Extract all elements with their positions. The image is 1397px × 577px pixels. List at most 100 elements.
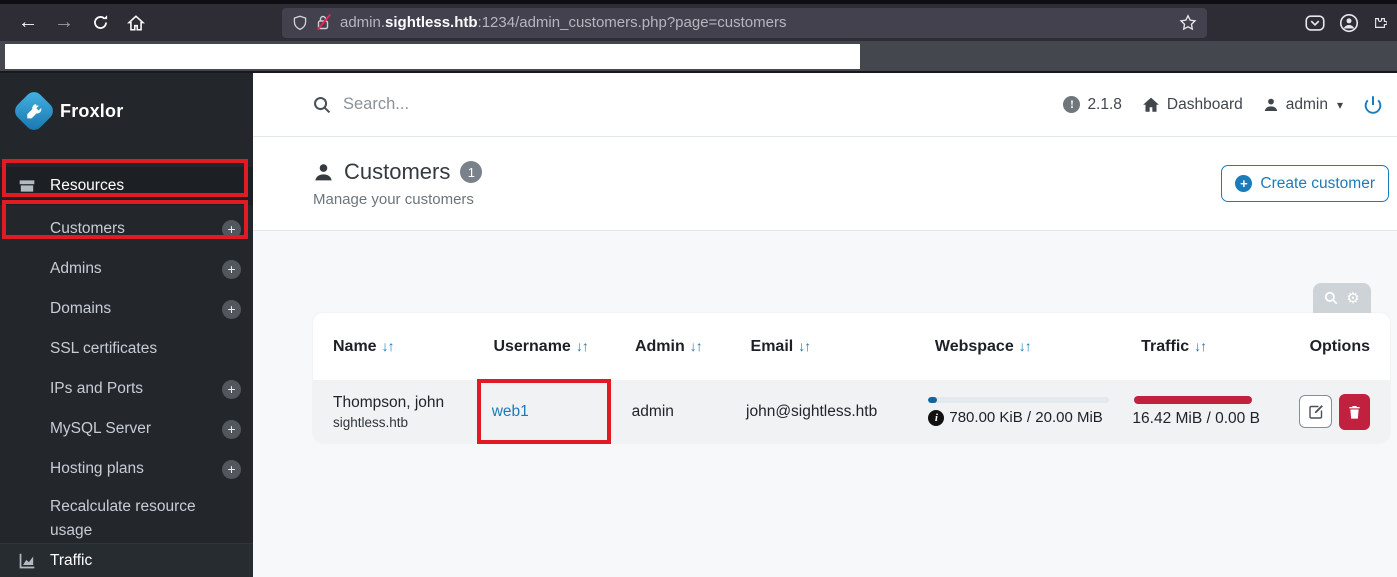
add-admin-icon[interactable]: + [222,259,241,279]
add-customer-icon[interactable]: + [222,219,241,239]
cell-username: web1 [492,403,632,421]
sidebar-item-label: Customers [50,220,125,237]
browser-sub-strip [0,41,1397,73]
column-header-username[interactable]: Username ↓↑ [493,338,635,356]
reload-icon[interactable] [82,9,118,37]
sidebar-item-label: Resources [50,177,125,194]
sort-icons[interactable]: ↓↑ [382,338,395,354]
dashboard-link[interactable]: Dashboard [1142,96,1243,114]
customer-count-badge: 1 [460,161,483,183]
sort-icons[interactable]: ↓↑ [576,338,589,354]
resources-box-icon [19,180,35,192]
traffic-progress-bar [1134,395,1253,404]
bookmark-star-icon[interactable] [1179,13,1197,32]
content-area: ⚙ Name ↓↑ Username ↓↑ Admin ↓↑ Email ↓↑ Webs… [253,231,1397,577]
table-settings-gear-icon[interactable]: ⚙ [1346,289,1359,307]
webspace-usage-text: 780.00 KiB / 20.00 MiB [949,409,1103,426]
search-icon [314,96,331,113]
cell-email: john@sightless.htb [746,402,878,420]
trash-icon [1349,405,1360,419]
cell-options [1299,393,1370,430]
customers-table: Name ↓↑ Username ↓↑ Admin ↓↑ Email ↓↑ Webspa… [313,313,1390,443]
pocket-icon[interactable] [1305,13,1325,33]
create-customer-button[interactable]: + Create customer [1221,165,1389,202]
sort-icons[interactable]: ↓↑ [1194,338,1207,354]
url-bar[interactable]: admin.sightless.htb:1234/admin_customers… [282,7,1207,38]
sort-icons[interactable]: ↓↑ [1019,338,1032,354]
topbar: ! 2.1.8 Dashboard admin ▾ [253,73,1397,137]
account-icon[interactable] [1339,13,1359,33]
column-header-admin[interactable]: Admin ↓↑ [635,338,751,356]
edit-pencil-icon [1308,404,1323,419]
create-customer-label: Create customer [1260,174,1375,192]
traffic-usage-text: 16.42 MiB / 0.00 B [1132,409,1260,427]
sort-icons[interactable]: ↓↑ [690,338,703,354]
table-row: Thompson, john sightless.htb web1 admin … [313,380,1390,443]
column-header-email[interactable]: Email ↓↑ [751,338,935,356]
sidebar-item-label: Traffic [50,551,93,569]
sidebar-item-hosting-plans[interactable]: Hosting plans + [0,449,253,489]
page-header: Customers 1 Manage your customers + Crea… [253,137,1397,231]
url-text: admin.sightless.htb:1234/admin_customers… [340,14,787,31]
add-domain-icon[interactable]: + [222,299,241,319]
sidebar-item-mysql-server[interactable]: MySQL Server + [0,409,253,449]
traffic-chart-icon [19,553,35,568]
user-icon [1264,98,1277,111]
version-indicator[interactable]: ! 2.1.8 [1063,95,1122,114]
add-hosting-plan-icon[interactable]: + [222,459,241,479]
add-mysql-icon[interactable]: + [222,419,241,439]
brand-name: Froxlor [60,100,124,121]
sidebar-item-label: IPs and Ports [50,380,144,397]
cell-name: Thompson, john sightless.htb [333,394,492,430]
customers-icon [315,163,332,180]
sidebar-item-ips-and-ports[interactable]: IPs and Ports + [0,369,253,409]
table-header-row: Name ↓↑ Username ↓↑ Admin ↓↑ Email ↓↑ Webspa… [313,313,1390,380]
extensions-icon[interactable] [1373,9,1387,37]
dashboard-label: Dashboard [1166,95,1243,113]
edit-customer-button[interactable] [1299,395,1332,428]
chevron-down-icon: ▾ [1336,97,1343,112]
add-ip-port-icon[interactable]: + [222,379,241,399]
sidebar-item-customers[interactable]: Customers + [0,209,253,249]
sidebar-item-label: MySQL Server [50,420,152,437]
forward-icon[interactable]: → [46,9,82,37]
column-header-traffic[interactable]: Traffic ↓↑ [1141,338,1309,356]
customer-domain: sightless.htb [333,414,409,430]
column-header-name[interactable]: Name ↓↑ [333,338,493,356]
column-header-options: Options [1309,337,1370,355]
logout-button[interactable] [1363,95,1383,115]
search-input[interactable] [343,95,623,114]
customer-name: Thompson, john [333,393,445,411]
version-info-icon: ! [1063,96,1081,113]
global-search[interactable] [313,95,653,114]
username-link[interactable]: web1 [492,403,529,420]
sort-icons[interactable]: ↓↑ [798,338,811,354]
webspace-progress-bar [928,397,1110,403]
sidebar-item-ssl-certificates[interactable]: SSL certificates [0,329,253,369]
main-area: ! 2.1.8 Dashboard admin ▾ [253,73,1397,577]
sidebar-item-label: Admins [50,260,102,277]
froxlor-logo[interactable]: Froxlor [0,81,253,141]
sidebar-item-label: SSL certificates [50,340,158,357]
table-search-icon[interactable] [1324,291,1338,305]
insecure-lock-icon[interactable] [316,13,332,32]
sidebar-item-traffic[interactable]: Traffic [0,543,253,577]
sidebar-item-resources[interactable]: Resources [0,167,253,205]
version-label: 2.1.8 [1087,95,1122,113]
back-icon[interactable]: ← [10,9,46,37]
browser-toolbar: ← → admin.sightless.htb:1234/admin_custo… [0,4,1397,41]
column-header-webspace[interactable]: Webspace ↓↑ [935,338,1141,356]
plus-circle-icon: + [1235,175,1253,192]
info-icon[interactable]: i [928,409,945,426]
page-subtitle: Manage your customers [313,191,474,208]
page-title: Customers [344,159,451,184]
sidebar-item-domains[interactable]: Domains + [0,289,253,329]
user-label: admin [1285,95,1328,113]
shield-icon[interactable] [292,15,308,31]
user-menu[interactable]: admin ▾ [1263,96,1343,114]
home-icon[interactable] [118,9,154,37]
table-tools: ⚙ [1313,283,1371,313]
delete-customer-button[interactable] [1339,393,1370,430]
cell-webspace: i 780.00 KiB / 20.00 MiB [928,397,1132,426]
sidebar-item-admins[interactable]: Admins + [0,249,253,289]
